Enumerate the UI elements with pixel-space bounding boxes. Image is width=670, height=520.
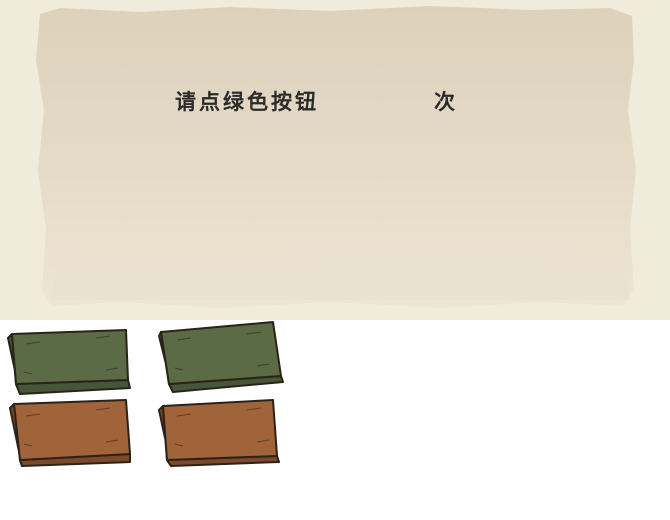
brown-brick-button-1[interactable] [6,396,136,470]
brown-brick-shape [9,399,131,467]
parchment-panel [0,0,670,320]
green-brick-button-2[interactable] [157,320,287,394]
green-brick-button-1[interactable] [6,324,136,398]
green-brick-shape [7,329,131,395]
green-brick-shape [158,321,284,393]
brown-brick-shape [158,399,280,467]
brown-brick-button-2[interactable] [157,396,287,470]
